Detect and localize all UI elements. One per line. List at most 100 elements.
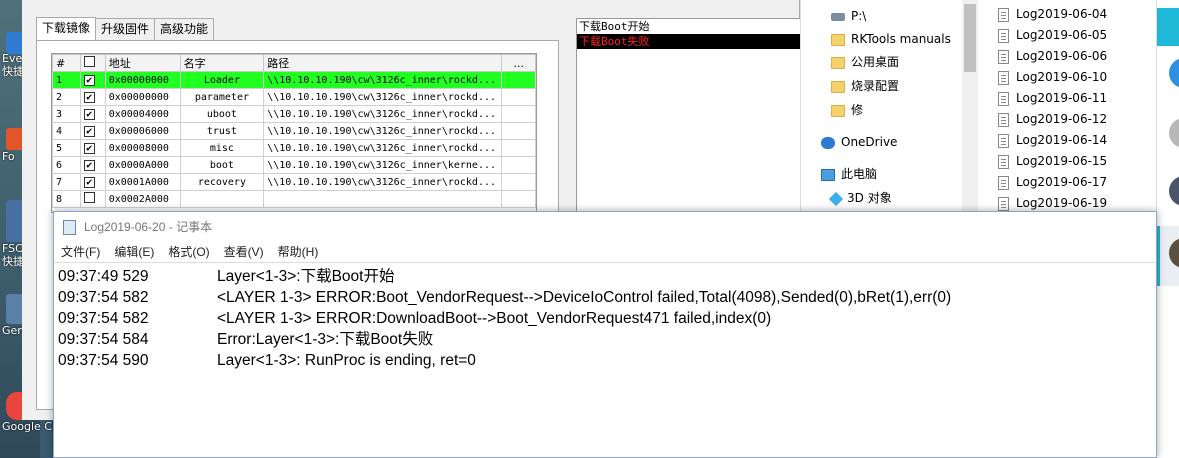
text-file-icon xyxy=(998,196,1009,211)
table-row[interactable]: 6 ✔ 0x0000A000 boot \\10.10.10.190\cw\3126c_… xyxy=(52,156,536,174)
log-line: 09:37:54 582 <LAYER 1-3> ERROR:DownloadBo… xyxy=(58,308,1156,329)
menu-file[interactable]: 文件(F) xyxy=(61,242,100,262)
col-check[interactable] xyxy=(79,54,106,72)
file-name: Log2019-06-14 xyxy=(1016,133,1108,147)
row-checkbox[interactable]: ✔ xyxy=(83,74,95,86)
row-checkbox[interactable]: ✔ xyxy=(83,125,95,137)
list-item[interactable]: Log2019-06-04 xyxy=(998,4,1107,25)
nav-scrollbar-thumb[interactable] xyxy=(964,4,976,72)
tab-advanced[interactable]: 高级功能 xyxy=(154,18,215,40)
list-item[interactable]: Log2019-06-11 xyxy=(998,88,1107,109)
folder-icon xyxy=(831,33,845,46)
list-item[interactable]: Log2019-06-14 xyxy=(998,130,1107,151)
row-path: \\10.10.10.190\cw\3126c_inner\rockd... xyxy=(263,71,503,89)
explorer-file-list: Log2019-06-04 Log2019-06-05 Log2019-06-06 L… xyxy=(978,0,1156,212)
table-row[interactable]: 7 ✔ 0x0001A000 recovery \\10.10.10.190\cw\31… xyxy=(52,173,536,191)
nav-item-label: RKTools manuals xyxy=(851,32,951,46)
nav-item[interactable]: 修 xyxy=(831,99,863,121)
file-name: Log2019-06-06 xyxy=(1016,49,1108,63)
log-message: <LAYER 1-3> ERROR:Boot_VendorRequest-->D… xyxy=(217,289,952,306)
log-line: 09:37:49 529 Layer<1-3>:下载Boot开始 xyxy=(58,266,1156,287)
table-row[interactable]: 3 ✔ 0x00004000 uboot \\10.10.10.190\cw\3126c… xyxy=(52,105,536,123)
folder-icon xyxy=(831,56,845,69)
tab-download-image[interactable]: 下载镜像 xyxy=(36,17,97,40)
partition-grid: # 地址 名字 路径 ... 1 ✔ 0x00000000 Loader \\10.10… xyxy=(51,53,537,213)
row-index: 8 xyxy=(52,190,81,208)
row-address: 0x0000A000 xyxy=(104,156,181,174)
list-item[interactable]: Log2019-06-05 xyxy=(998,25,1107,46)
file-name: Log2019-06-15 xyxy=(1016,154,1108,168)
row-checkbox[interactable] xyxy=(83,192,95,203)
notepad-titlebar[interactable]: Log2019-06-20 - 记事本 xyxy=(54,212,1156,242)
table-row[interactable]: 8 0x0002A000 xyxy=(52,190,536,208)
row-more xyxy=(501,156,536,174)
col-index[interactable]: # xyxy=(52,54,81,72)
notepad-icon xyxy=(63,220,76,235)
col-address[interactable]: 地址 xyxy=(104,54,181,72)
list-item[interactable]: Log2019-06-12 xyxy=(998,109,1107,130)
nav-item[interactable]: P:\✶ xyxy=(831,5,987,27)
table-row[interactable]: 5 ✔ 0x00008000 misc \\10.10.10.190\cw\3126c_… xyxy=(52,139,536,157)
file-name: Log2019-06-10 xyxy=(1016,70,1108,84)
nav-item[interactable]: RKTools manuals xyxy=(831,28,951,50)
menu-help[interactable]: 帮助(H) xyxy=(278,242,319,262)
row-checkbox[interactable]: ✔ xyxy=(83,91,95,103)
row-name: trust xyxy=(179,122,265,140)
row-path xyxy=(263,190,503,208)
list-item[interactable]: Log2019-06-17 xyxy=(998,172,1107,193)
row-checkbox[interactable]: ✔ xyxy=(83,176,95,188)
row-index: 1 xyxy=(52,71,81,89)
nav-item-label: 3D 对象 xyxy=(847,191,892,205)
partition-table: # 地址 名字 路径 ... 1 ✔ 0x00000000 Loader \\10.10… xyxy=(52,54,536,208)
avatar[interactable] xyxy=(1169,58,1179,88)
col-more[interactable]: ... xyxy=(501,54,536,72)
row-checkbox[interactable]: ✔ xyxy=(83,159,95,171)
nav-item[interactable]: 3D 对象 xyxy=(828,187,892,209)
log-timestamp: 09:37:54 590 xyxy=(58,352,149,369)
text-file-icon xyxy=(998,70,1009,85)
notepad-text-area[interactable]: 09:37:49 529 Layer<1-3>:下载Boot开始 09:37:54 … xyxy=(54,262,1156,371)
log-message: <LAYER 1-3> ERROR:DownloadBoot-->Boot_Ve… xyxy=(217,310,772,327)
menu-view[interactable]: 查看(V) xyxy=(224,242,264,262)
tab-upgrade-firmware[interactable]: 升级固件 xyxy=(95,18,156,40)
row-address: 0x00004000 xyxy=(104,105,181,123)
drive-icon xyxy=(831,12,845,21)
table-row[interactable]: 1 ✔ 0x00000000 Loader \\10.10.10.190\cw\3126… xyxy=(52,71,536,89)
nav-item[interactable]: OneDrive xyxy=(821,131,897,153)
table-row[interactable]: 4 ✔ 0x00006000 trust \\10.10.10.190\cw\3126c… xyxy=(52,122,536,140)
text-file-icon xyxy=(998,28,1009,43)
folder-icon xyxy=(831,80,845,93)
file-name: Log2019-06-12 xyxy=(1016,112,1108,126)
text-file-icon xyxy=(998,91,1009,106)
row-address: 0x00008000 xyxy=(104,139,181,157)
rk-tabs: 下载镜像 升级固件 高级功能 xyxy=(36,17,215,40)
row-checkbox-cell: ✔ xyxy=(79,173,106,191)
list-item[interactable]: Log2019-06-15 xyxy=(998,151,1107,172)
text-file-icon xyxy=(998,154,1009,169)
nav-item[interactable]: 此电脑 xyxy=(821,163,877,185)
row-checkbox-cell: ✔ xyxy=(79,156,106,174)
avatar[interactable] xyxy=(1169,176,1179,206)
list-item[interactable]: Log2019-06-06 xyxy=(998,46,1107,67)
list-item[interactable]: Log2019-06-10 xyxy=(998,67,1107,88)
nav-item[interactable]: 烧录配置 xyxy=(831,75,899,97)
nav-item-label: OneDrive xyxy=(841,135,898,149)
row-address: 0x0001A000 xyxy=(104,173,181,191)
file-name: Log2019-06-17 xyxy=(1016,175,1108,189)
row-path: \\10.10.10.190\cw\3126c_inner\rockd... xyxy=(263,105,503,123)
avatar[interactable] xyxy=(1169,118,1179,148)
row-address: 0x00000000 xyxy=(104,88,181,106)
row-index: 7 xyxy=(52,173,81,191)
select-all-checkbox[interactable] xyxy=(83,56,95,67)
row-more xyxy=(501,190,536,208)
row-checkbox[interactable]: ✔ xyxy=(83,142,95,154)
row-checkbox[interactable]: ✔ xyxy=(83,108,95,120)
col-name[interactable]: 名字 xyxy=(179,54,265,72)
menu-edit[interactable]: 编辑(E) xyxy=(114,242,154,262)
menu-format[interactable]: 格式(O) xyxy=(168,242,209,262)
table-row[interactable]: 2 ✔ 0x00000000 parameter \\10.10.10.190\cw\3… xyxy=(52,88,536,106)
col-path[interactable]: 路径 xyxy=(263,54,503,72)
nav-item[interactable]: 公用桌面 xyxy=(831,51,899,73)
log-timestamp: 09:37:54 582 xyxy=(58,310,149,327)
row-checkbox-cell xyxy=(79,190,106,208)
